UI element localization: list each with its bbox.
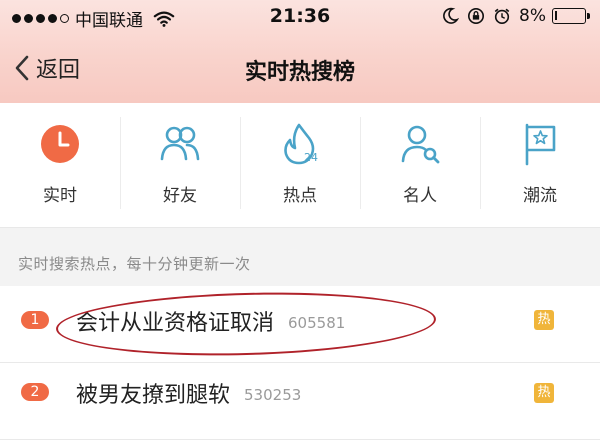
battery: 8% <box>519 6 590 26</box>
category-tabs: 实时 好友 24 热点 名人 潮流 <box>0 103 600 228</box>
list-item-title-wrap: 被男友撩到腿软 530253 <box>76 377 301 409</box>
rank-badge: 1 <box>21 311 49 329</box>
section-title: 实时搜索热点，每十分钟更新一次 <box>18 255 251 273</box>
rotation-lock-icon <box>468 7 485 25</box>
hot-badge: 热 <box>534 310 554 330</box>
category-celebrity[interactable]: 名人 <box>360 103 480 227</box>
list-item[interactable]: 1 会计从业资格证取消 605581 热 <box>0 286 600 363</box>
list-item[interactable]: 2 被男友撩到腿软 530253 热 <box>0 363 600 440</box>
hot-badge: 热 <box>534 383 554 403</box>
flame-24-icon: 24 <box>284 123 318 165</box>
section-header: 实时搜索热点，每十分钟更新一次 <box>0 228 600 286</box>
person-search-icon <box>401 125 440 164</box>
svg-text:24: 24 <box>304 151 318 164</box>
category-label: 好友 <box>163 186 197 206</box>
battery-icon <box>552 8 590 24</box>
clock-icon <box>41 125 79 163</box>
category-realtime[interactable]: 实时 <box>0 103 120 227</box>
hot-search-list: 1 会计从业资格证取消 605581 热 2 被男友撩到腿软 530253 热 <box>0 286 600 440</box>
battery-level-fill <box>555 11 557 20</box>
category-friends[interactable]: 好友 <box>120 103 240 227</box>
category-label: 实时 <box>43 186 77 206</box>
annotation-circle <box>55 288 437 360</box>
category-label: 名人 <box>403 186 437 206</box>
list-item-title: 被男友撩到腿软 <box>76 383 231 408</box>
category-trending[interactable]: 24 热点 <box>240 103 360 227</box>
header: 中国联通 21:36 8% 返回 实时热搜榜 <box>0 0 600 103</box>
battery-percent: 8% <box>519 6 546 26</box>
page-title: 实时热搜榜 <box>244 60 355 85</box>
friends-icon <box>160 126 200 161</box>
alarm-icon <box>494 8 510 25</box>
category-label: 潮流 <box>523 186 557 206</box>
category-label: 热点 <box>283 186 317 206</box>
search-count: 530253 <box>244 386 302 404</box>
rank-badge: 2 <box>21 383 49 401</box>
status-right: 8% <box>441 6 590 26</box>
category-trends[interactable]: 潮流 <box>480 103 600 227</box>
nav-bar: 返回 实时热搜榜 <box>0 34 600 103</box>
moon-icon <box>443 7 460 24</box>
status-bar: 中国联通 21:36 8% <box>0 0 600 34</box>
flag-star-icon <box>525 123 556 166</box>
